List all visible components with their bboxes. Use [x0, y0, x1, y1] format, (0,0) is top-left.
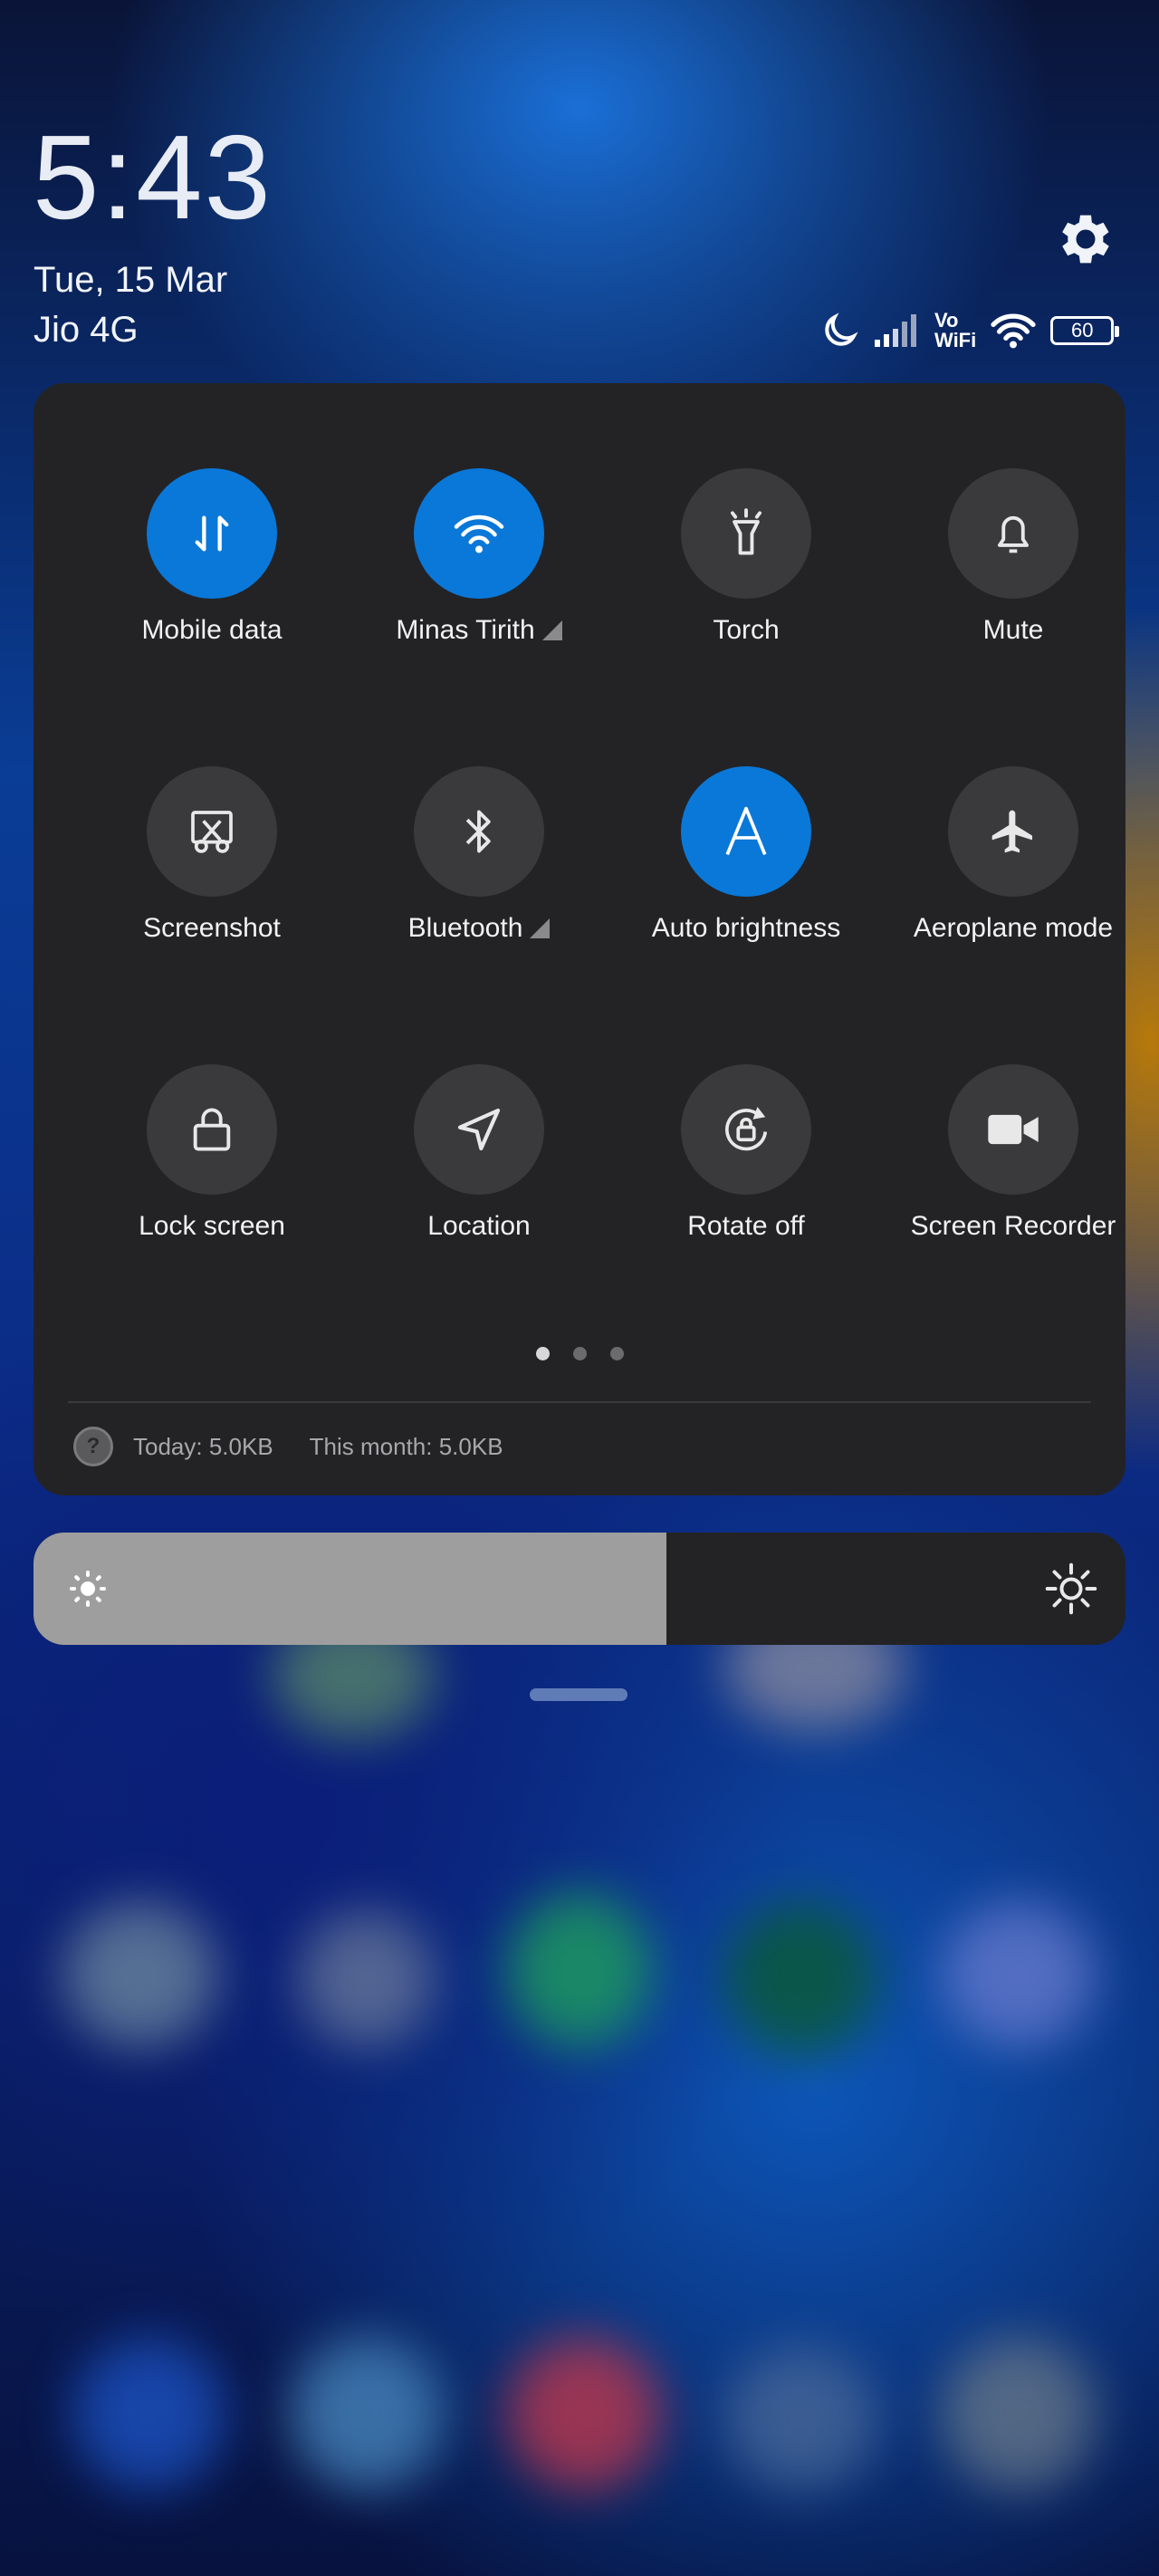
wallpaper-blob	[507, 1893, 652, 2047]
tile-aeroplane-mode[interactable]: Aeroplane mode	[880, 766, 1146, 966]
tile-label-auto-brightness: Auto brightness	[651, 913, 841, 943]
aeroplane-mode-toggle[interactable]	[948, 766, 1078, 897]
status-date[interactable]: Tue, 15 Mar	[34, 260, 227, 301]
tile-label-torch: Torch	[713, 615, 780, 645]
page-indicator[interactable]	[34, 1347, 1125, 1360]
divider	[68, 1401, 1091, 1403]
tile-label-screen-recorder: Screen Recorder	[910, 1211, 1116, 1241]
wifi-signal-icon	[991, 313, 1036, 349]
lock-screen-button[interactable]	[147, 1064, 277, 1195]
wifi-toggle[interactable]	[414, 468, 544, 599]
quick-settings-panel: Mobile data Minas Tirith Torch Mute Scre…	[34, 383, 1125, 1495]
tile-label-screenshot: Screenshot	[143, 913, 281, 943]
moon-icon	[825, 312, 858, 346]
lock-icon	[193, 1108, 231, 1151]
page-dot-3[interactable]	[609, 1347, 624, 1360]
auto-brightness-icon	[725, 806, 767, 856]
tile-mobile-data[interactable]: Mobile data	[79, 468, 345, 668]
expand-triangle-icon[interactable]	[530, 918, 551, 938]
vowifi-top: Vo	[934, 309, 959, 332]
settings-gear-icon[interactable]	[1050, 207, 1116, 272]
tile-label-wifi: Minas Tirith	[396, 615, 535, 645]
mobile-data-icon	[195, 515, 229, 552]
brightness-high-icon	[1045, 1562, 1097, 1615]
wallpaper-blob	[942, 1902, 1096, 2047]
wallpaper-blob	[942, 2337, 1096, 2491]
rotate-lock-icon	[725, 1107, 768, 1151]
tile-label-aeroplane-mode: Aeroplane mode	[913, 913, 1114, 943]
wallpaper-blob	[507, 2337, 661, 2491]
wallpaper-blob	[724, 1902, 878, 2056]
tile-label-rotate-off: Rotate off	[687, 1211, 805, 1241]
tile-label-mute: Mute	[982, 615, 1044, 645]
wallpaper-blob	[63, 1902, 217, 2047]
tile-mute[interactable]: Mute	[880, 468, 1146, 668]
clock-time[interactable]: 5:43	[33, 118, 273, 237]
drag-handle[interactable]	[530, 1688, 627, 1701]
bluetooth-toggle[interactable]	[414, 766, 544, 897]
airplane-icon	[991, 810, 1032, 853]
brightness-slider[interactable]	[34, 1533, 1125, 1645]
battery-level: 60	[1070, 319, 1094, 341]
system-status-icons: Vo WiFi 60	[820, 304, 1120, 357]
location-toggle[interactable]	[414, 1064, 544, 1195]
bell-icon	[997, 515, 1030, 553]
brightness-low-icon	[70, 1571, 106, 1607]
page-dot-2[interactable]	[572, 1347, 587, 1360]
mobile-data-toggle[interactable]	[147, 468, 277, 599]
torch-icon	[730, 508, 762, 555]
screenshot-toggle[interactable]	[147, 766, 277, 897]
wallpaper-blob	[724, 2346, 878, 2491]
vowifi-indicator: Vo WiFi	[934, 311, 976, 351]
help-question-icon[interactable]: ?	[73, 1427, 113, 1466]
tile-screenshot[interactable]: Screenshot	[79, 766, 345, 966]
mute-toggle[interactable]	[948, 468, 1078, 599]
tile-screen-recorder[interactable]: Screen Recorder	[880, 1064, 1146, 1264]
tile-lock-screen[interactable]: Lock screen	[79, 1064, 345, 1264]
tile-label-location: Location	[427, 1211, 531, 1241]
rotate-lock-toggle[interactable]	[681, 1064, 811, 1195]
vowifi-bottom: WiFi	[934, 329, 977, 351]
tile-label-wrap-bluetooth: Bluetooth	[346, 913, 612, 944]
expand-triangle-icon[interactable]	[541, 620, 562, 640]
screen-recorder-button[interactable]	[948, 1064, 1078, 1195]
wifi-icon	[454, 514, 504, 553]
cellular-signal-icon	[875, 314, 916, 347]
page-dot-1[interactable]	[535, 1347, 550, 1360]
video-camera-icon	[988, 1114, 1039, 1145]
tile-label-mobile-data: Mobile data	[141, 615, 283, 645]
tile-location[interactable]: Location	[346, 1064, 612, 1264]
tile-auto-brightness[interactable]: Auto brightness	[613, 766, 879, 966]
tile-label-bluetooth: Bluetooth	[407, 913, 523, 943]
battery-icon: 60	[1050, 316, 1120, 345]
wallpaper-blob	[290, 2337, 444, 2491]
tile-label-wrap-wifi: Minas Tirith	[346, 615, 612, 646]
location-icon	[457, 1108, 501, 1151]
tile-torch[interactable]: Torch	[613, 468, 879, 668]
data-usage-row[interactable]: ? Today: 5.0KB This month: 5.0KB	[73, 1427, 503, 1466]
carrier-name: Jio 4G	[34, 310, 139, 350]
tile-bluetooth[interactable]: Bluetooth	[346, 766, 612, 966]
auto-brightness-toggle[interactable]	[681, 766, 811, 897]
usage-today: Today: 5.0KB	[133, 1432, 273, 1460]
torch-toggle[interactable]	[681, 468, 811, 599]
wallpaper-blob	[299, 1911, 435, 2047]
wallpaper-blob	[72, 2337, 226, 2491]
usage-month: This month: 5.0KB	[309, 1432, 503, 1460]
tile-wifi[interactable]: Minas Tirith	[346, 468, 612, 668]
bluetooth-icon	[465, 810, 491, 853]
tile-rotate-off[interactable]: Rotate off	[613, 1064, 879, 1264]
tile-label-lock-screen: Lock screen	[139, 1211, 285, 1241]
brightness-slider-fill[interactable]	[34, 1533, 667, 1645]
screenshot-icon	[191, 811, 233, 853]
